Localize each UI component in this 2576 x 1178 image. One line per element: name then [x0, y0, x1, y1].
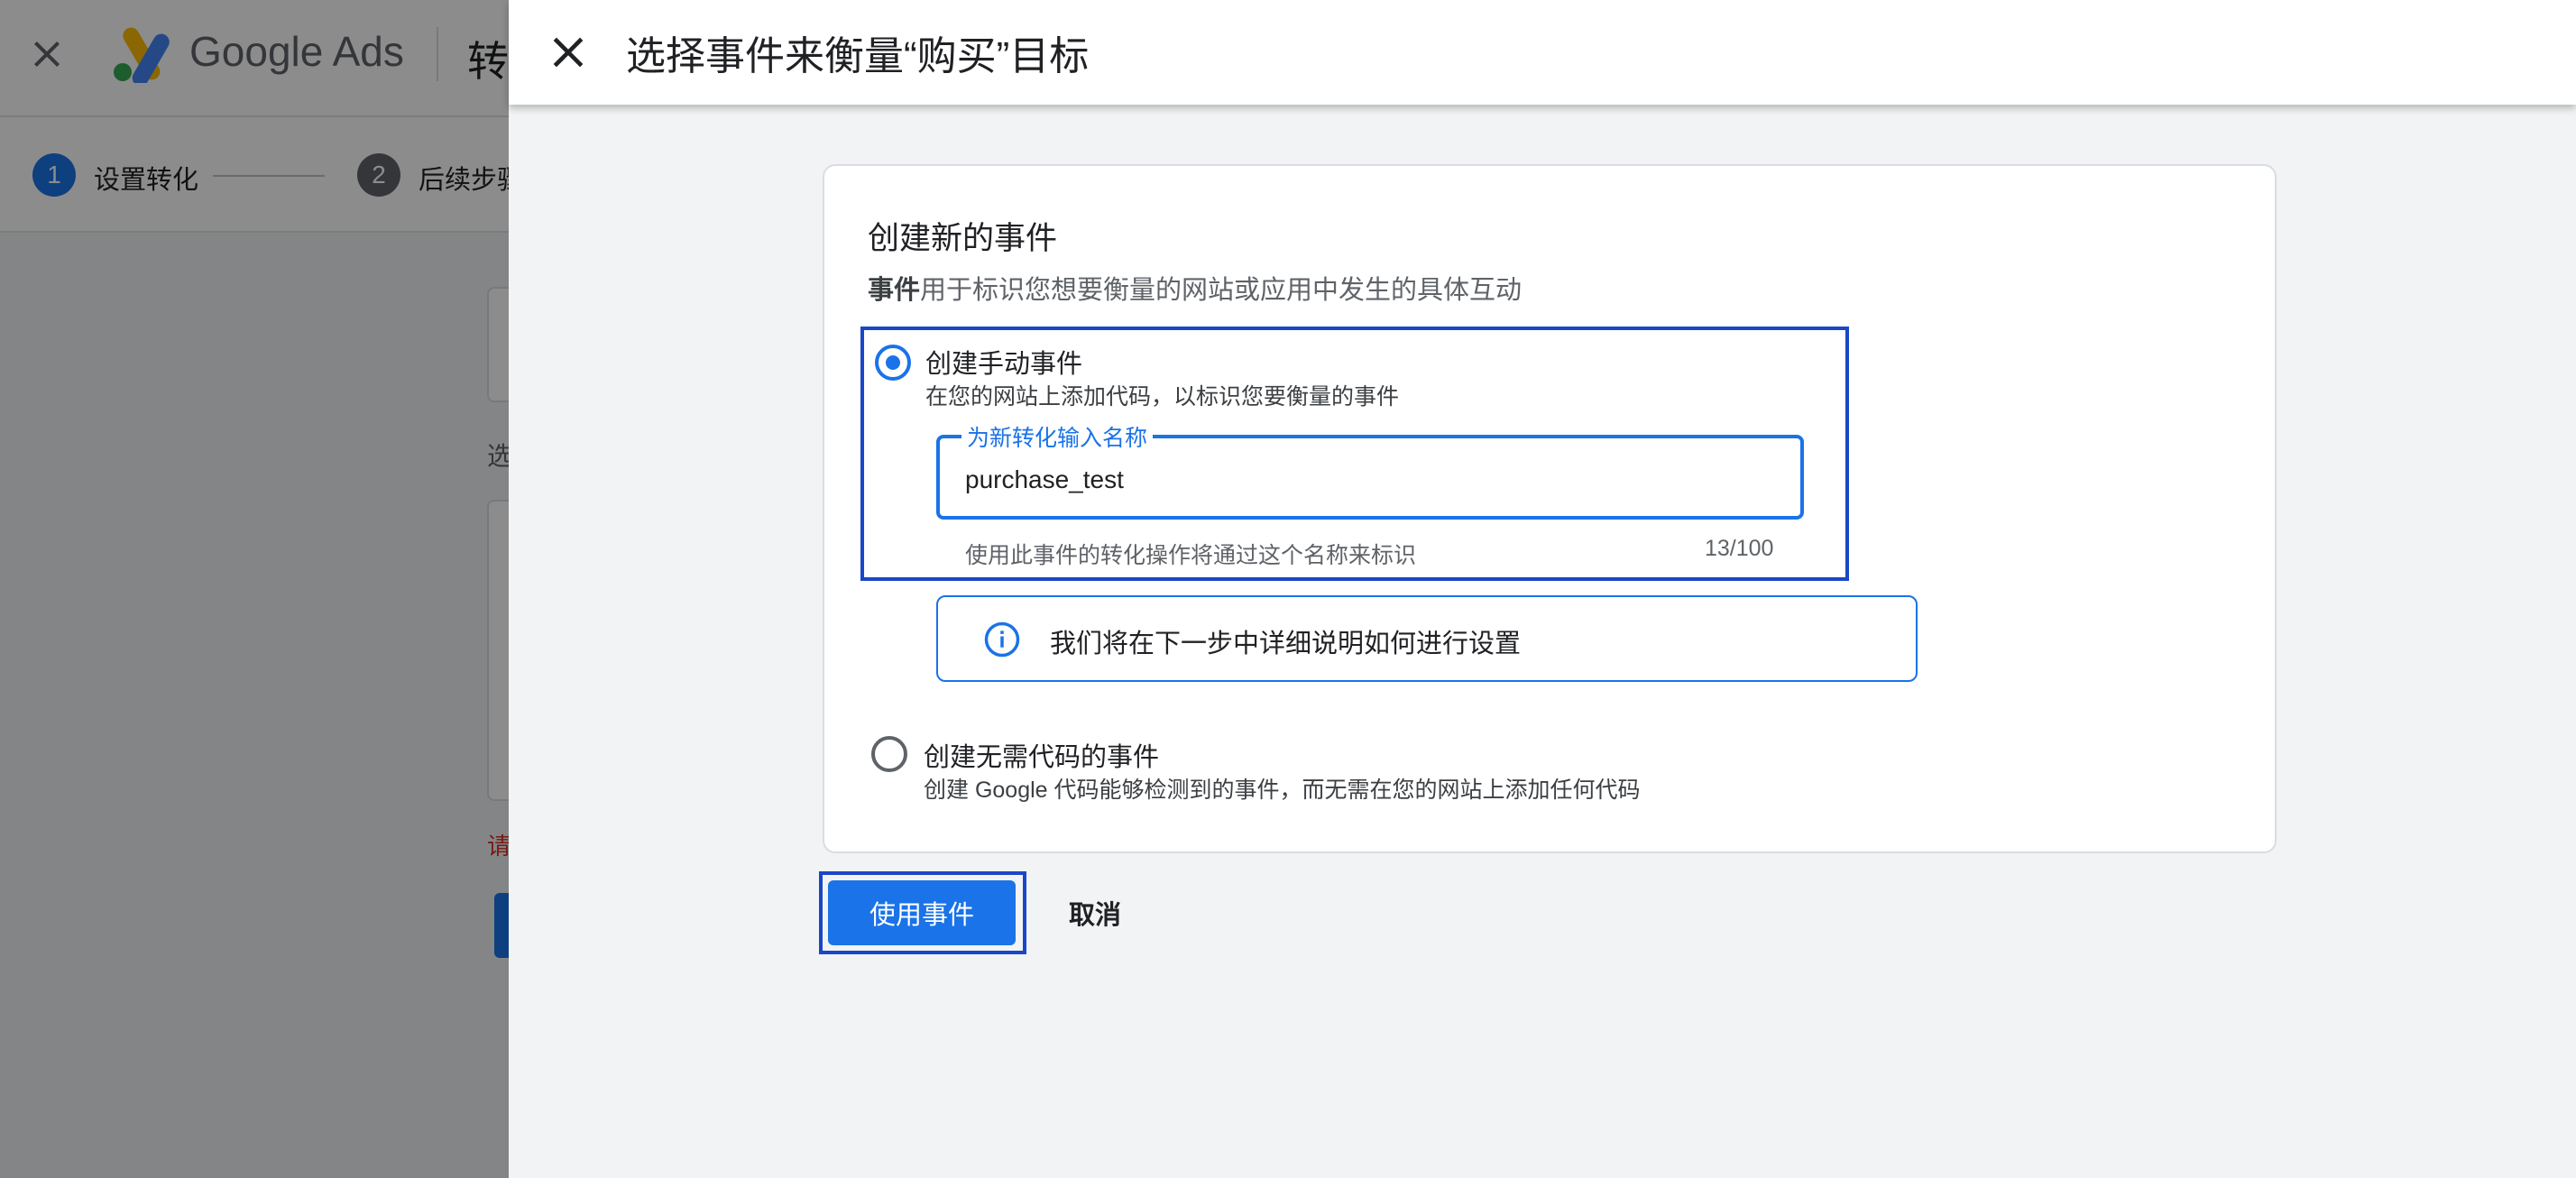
cancel-button[interactable]: 取消 — [1050, 880, 1140, 945]
info-banner: 我们将在下一步中详细说明如何进行设置 — [936, 595, 1918, 682]
info-message: 我们将在下一步中详细说明如何进行设置 — [1050, 630, 1522, 658]
manual-event-label[interactable]: 创建手动事件 — [925, 343, 1082, 381]
description-bold: 事件 — [868, 276, 921, 305]
codeless-event-radio[interactable] — [871, 736, 907, 772]
codeless-event-sublabel: 创建 Google 代码能够检测到的事件，而无需在您的网站上添加任何代码 — [924, 778, 1641, 803]
close-icon[interactable] — [543, 27, 593, 78]
character-counter: 13/100 — [1705, 536, 1774, 561]
create-event-card: 创建新的事件 事件用于标识您想要衡量的网站或应用中发生的具体互动 创建手动事件 … — [823, 164, 2277, 853]
manual-event-sublabel: 在您的网站上添加代码，以标识您要衡量的事件 — [925, 384, 1400, 410]
panel-header: 选择事件来衡量“购买”目标 — [509, 0, 2576, 105]
info-icon — [984, 621, 1020, 658]
manual-event-radio[interactable] — [875, 345, 911, 381]
description-text: 用于标识您想要衡量的网站或应用中发生的具体互动 — [920, 276, 1523, 305]
conversion-name-field[interactable]: 为新转化输入名称 — [936, 420, 1804, 520]
conversion-name-input[interactable] — [965, 464, 1777, 496]
field-helper-text: 使用此事件的转化操作将通过这个名称来标识 — [965, 543, 1417, 568]
card-heading: 创建新的事件 — [868, 221, 1058, 256]
conversion-name-label: 为新转化输入名称 — [961, 420, 1154, 453]
codeless-event-label[interactable]: 创建无需代码的事件 — [924, 736, 1159, 774]
panel-title: 选择事件来衡量“购买”目标 — [626, 34, 1090, 78]
event-selection-panel: 选择事件来衡量“购买”目标 创建新的事件 事件用于标识您想要衡量的网站或应用中发… — [509, 0, 2576, 1178]
card-description: 事件用于标识您想要衡量的网站或应用中发生的具体互动 — [868, 269, 1522, 307]
use-event-button[interactable]: 使用事件 — [828, 880, 1016, 945]
